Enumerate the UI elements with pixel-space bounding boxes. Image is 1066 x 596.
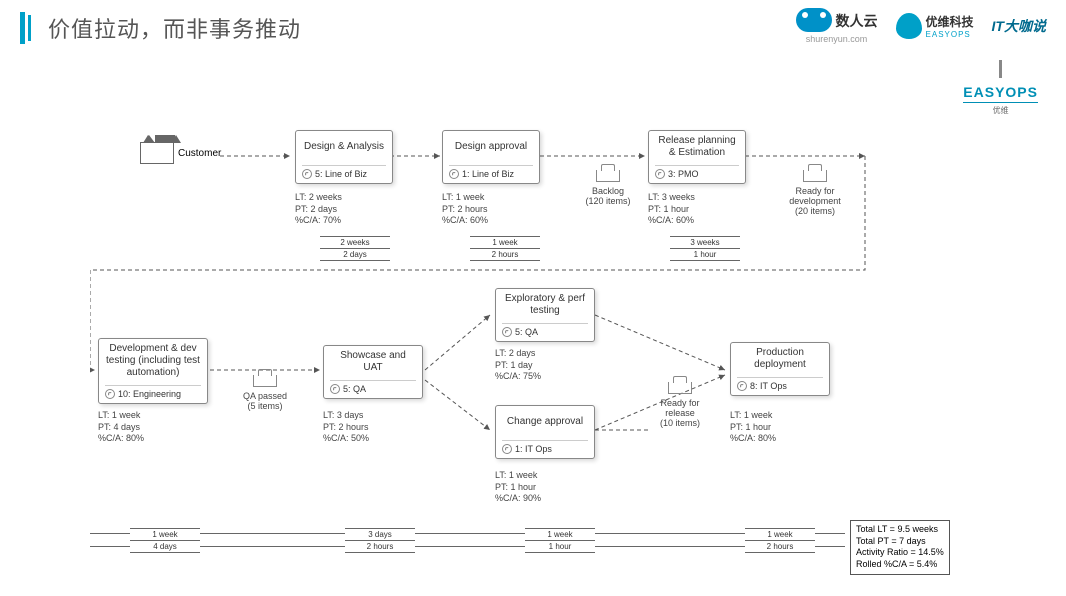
box-design-analysis: Design & Analysis 5: Line of Biz (295, 130, 393, 184)
tray-icon (596, 170, 620, 182)
ladder-line (90, 533, 130, 547)
role-icon (449, 169, 459, 179)
box-development: Development & dev testing (including tes… (98, 338, 208, 404)
box-design-approval: Design approval 1: Line of Biz (442, 130, 540, 184)
role-icon (330, 384, 340, 394)
ladder-release: 3 weeks1 hour (670, 236, 740, 261)
ladder-design: 2 weeks2 days (320, 236, 390, 261)
metrics-change: LT: 1 weekPT: 1 hour%C/A: 90% (495, 470, 541, 505)
slide-title: 价值拉动，而非事务推动 (48, 12, 301, 44)
metrics-prod: LT: 1 weekPT: 1 hour%C/A: 80% (730, 410, 776, 445)
queue-ready-dev: Ready for development(20 items) (775, 170, 855, 216)
queue-ready-release: Ready for release(10 items) (645, 382, 715, 428)
ladder-prod: 1 week2 hours (745, 528, 815, 553)
ladder-test: 1 week1 hour (525, 528, 595, 553)
summary-totals: Total LT = 9.5 weeks Total PT = 7 days A… (850, 520, 950, 575)
ladder-dev: 1 week4 days (130, 528, 200, 553)
queue-backlog: Backlog(120 items) (578, 170, 638, 206)
cloud-icon (796, 8, 832, 32)
value-stream-map: Customer Design & Analysis 5: Line of Bi… (90, 120, 990, 580)
metrics-design: LT: 2 weeksPT: 2 days%C/A: 70% (295, 192, 342, 227)
tray-icon (803, 170, 827, 182)
metrics-release: LT: 3 weeksPT: 1 hour%C/A: 60% (648, 192, 695, 227)
factory-icon (140, 142, 174, 164)
itdakashuo-logo: IT大咖说 (992, 16, 1046, 36)
metrics-approval: LT: 1 weekPT: 2 hours%C/A: 60% (442, 192, 488, 227)
tray-icon (253, 375, 277, 387)
metrics-uat: LT: 3 daysPT: 2 hours%C/A: 50% (323, 410, 369, 445)
role-icon (502, 327, 512, 337)
ladder-line (200, 533, 345, 547)
easyops-sublogo: EASYOPS 优维 (963, 60, 1038, 116)
role-icon (105, 389, 115, 399)
box-release-planning: Release planning & Estimation 3: PMO (648, 130, 746, 184)
role-icon (502, 444, 512, 454)
easyops-logo: 优维科技 EASYOPS (896, 13, 974, 39)
role-icon (302, 169, 312, 179)
ladder-line (415, 533, 525, 547)
box-change-approval: Change approval 1: IT Ops (495, 405, 595, 459)
accent-bar (20, 12, 25, 44)
ladder-uat: 3 days2 hours (345, 528, 415, 553)
ladder-line (815, 533, 845, 547)
accent-bar-thin (28, 15, 31, 41)
box-showcase-uat: Showcase and UAT 5: QA (323, 345, 423, 399)
box-exploratory-testing: Exploratory & perf testing 5: QA (495, 288, 595, 342)
sponsor-logos: 数人云 shurenyun.com 优维科技 EASYOPS IT大咖说 (796, 8, 1046, 44)
ladder-line (595, 533, 745, 547)
metrics-perf: LT: 2 daysPT: 1 day%C/A: 75% (495, 348, 541, 383)
customer-node: Customer (140, 142, 221, 164)
shield-icon (896, 13, 922, 39)
tray-icon (668, 382, 692, 394)
queue-qa-passed: QA passed(5 items) (235, 375, 295, 411)
role-icon (737, 381, 747, 391)
box-production-deployment: Production deployment 8: IT Ops (730, 342, 830, 396)
shurenyun-logo: 数人云 shurenyun.com (796, 8, 878, 44)
role-icon (655, 169, 665, 179)
ladder-approval: 1 week2 hours (470, 236, 540, 261)
metrics-dev: LT: 1 weekPT: 4 days%C/A: 80% (98, 410, 144, 445)
